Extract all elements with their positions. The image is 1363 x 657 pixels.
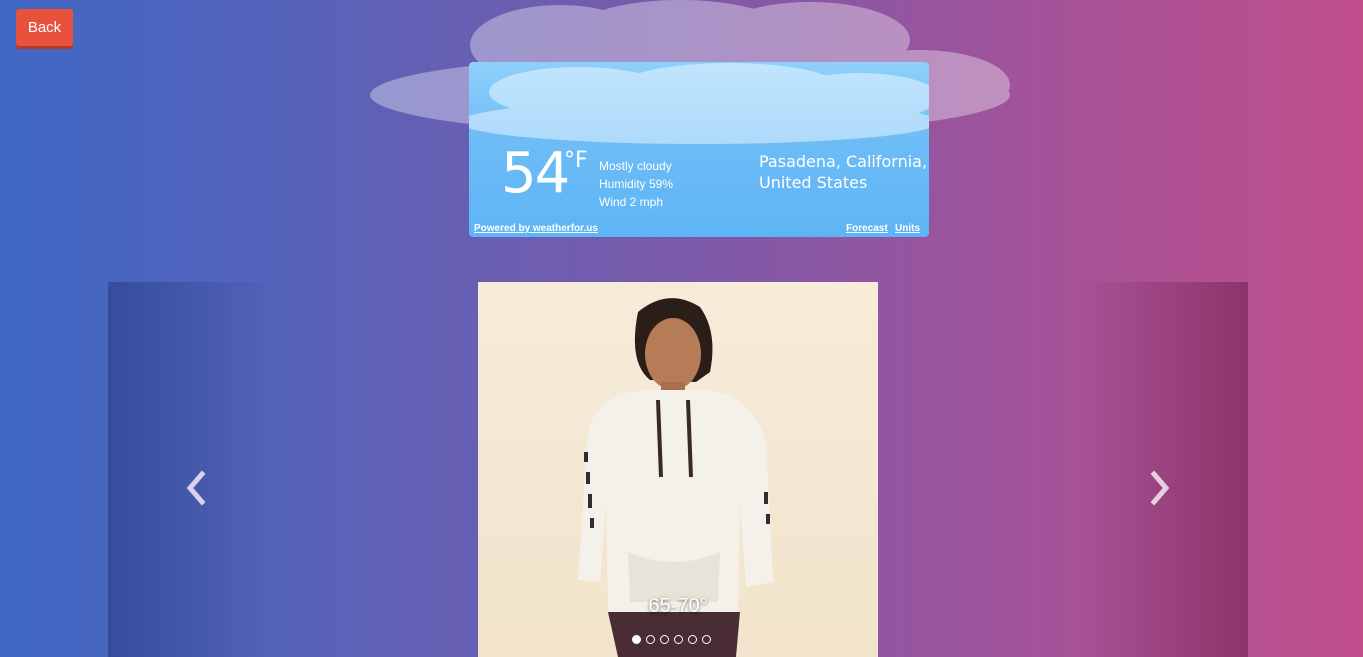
weather-details: Mostly cloudy Humidity 59% Wind 2 mph: [599, 157, 673, 211]
powered-by-link[interactable]: Powered by weatherfor.us: [474, 223, 598, 234]
chevron-left-icon: [186, 470, 206, 506]
carousel-dot[interactable]: [632, 635, 641, 644]
carousel-next-button[interactable]: [1078, 282, 1248, 657]
forecast-link[interactable]: Forecast: [846, 223, 888, 234]
units-link[interactable]: Units: [895, 223, 920, 234]
outfit-carousel: 65-70°: [108, 282, 1248, 657]
weather-wind: Wind 2 mph: [599, 195, 664, 209]
back-button[interactable]: Back: [16, 9, 73, 46]
carousel-dot[interactable]: [688, 635, 697, 644]
weather-condition: Mostly cloudy: [599, 159, 672, 173]
weather-humidity: Humidity 59%: [599, 177, 674, 191]
carousel-slide: 65-70°: [478, 282, 878, 657]
weather-widget: 54 °F Mostly cloudy Humidity 59% Wind 2 …: [469, 62, 929, 237]
temperature-value: 54: [501, 141, 570, 206]
carousel-indicators: [632, 635, 711, 647]
location-line-2: United States: [759, 173, 868, 192]
carousel-prev-button[interactable]: [108, 282, 278, 657]
weather-clouds: [469, 63, 929, 144]
temperature-range-caption: 65-70°: [648, 595, 708, 617]
carousel-dot[interactable]: [674, 635, 683, 644]
temperature-unit: °F: [564, 148, 588, 173]
location-line-1: Pasadena, California,: [759, 152, 928, 171]
weather-location: Pasadena, California, United States: [759, 151, 927, 193]
carousel-dot[interactable]: [646, 635, 655, 644]
chevron-right-icon: [1150, 470, 1170, 506]
carousel-dot[interactable]: [660, 635, 669, 644]
carousel-dot[interactable]: [702, 635, 711, 644]
